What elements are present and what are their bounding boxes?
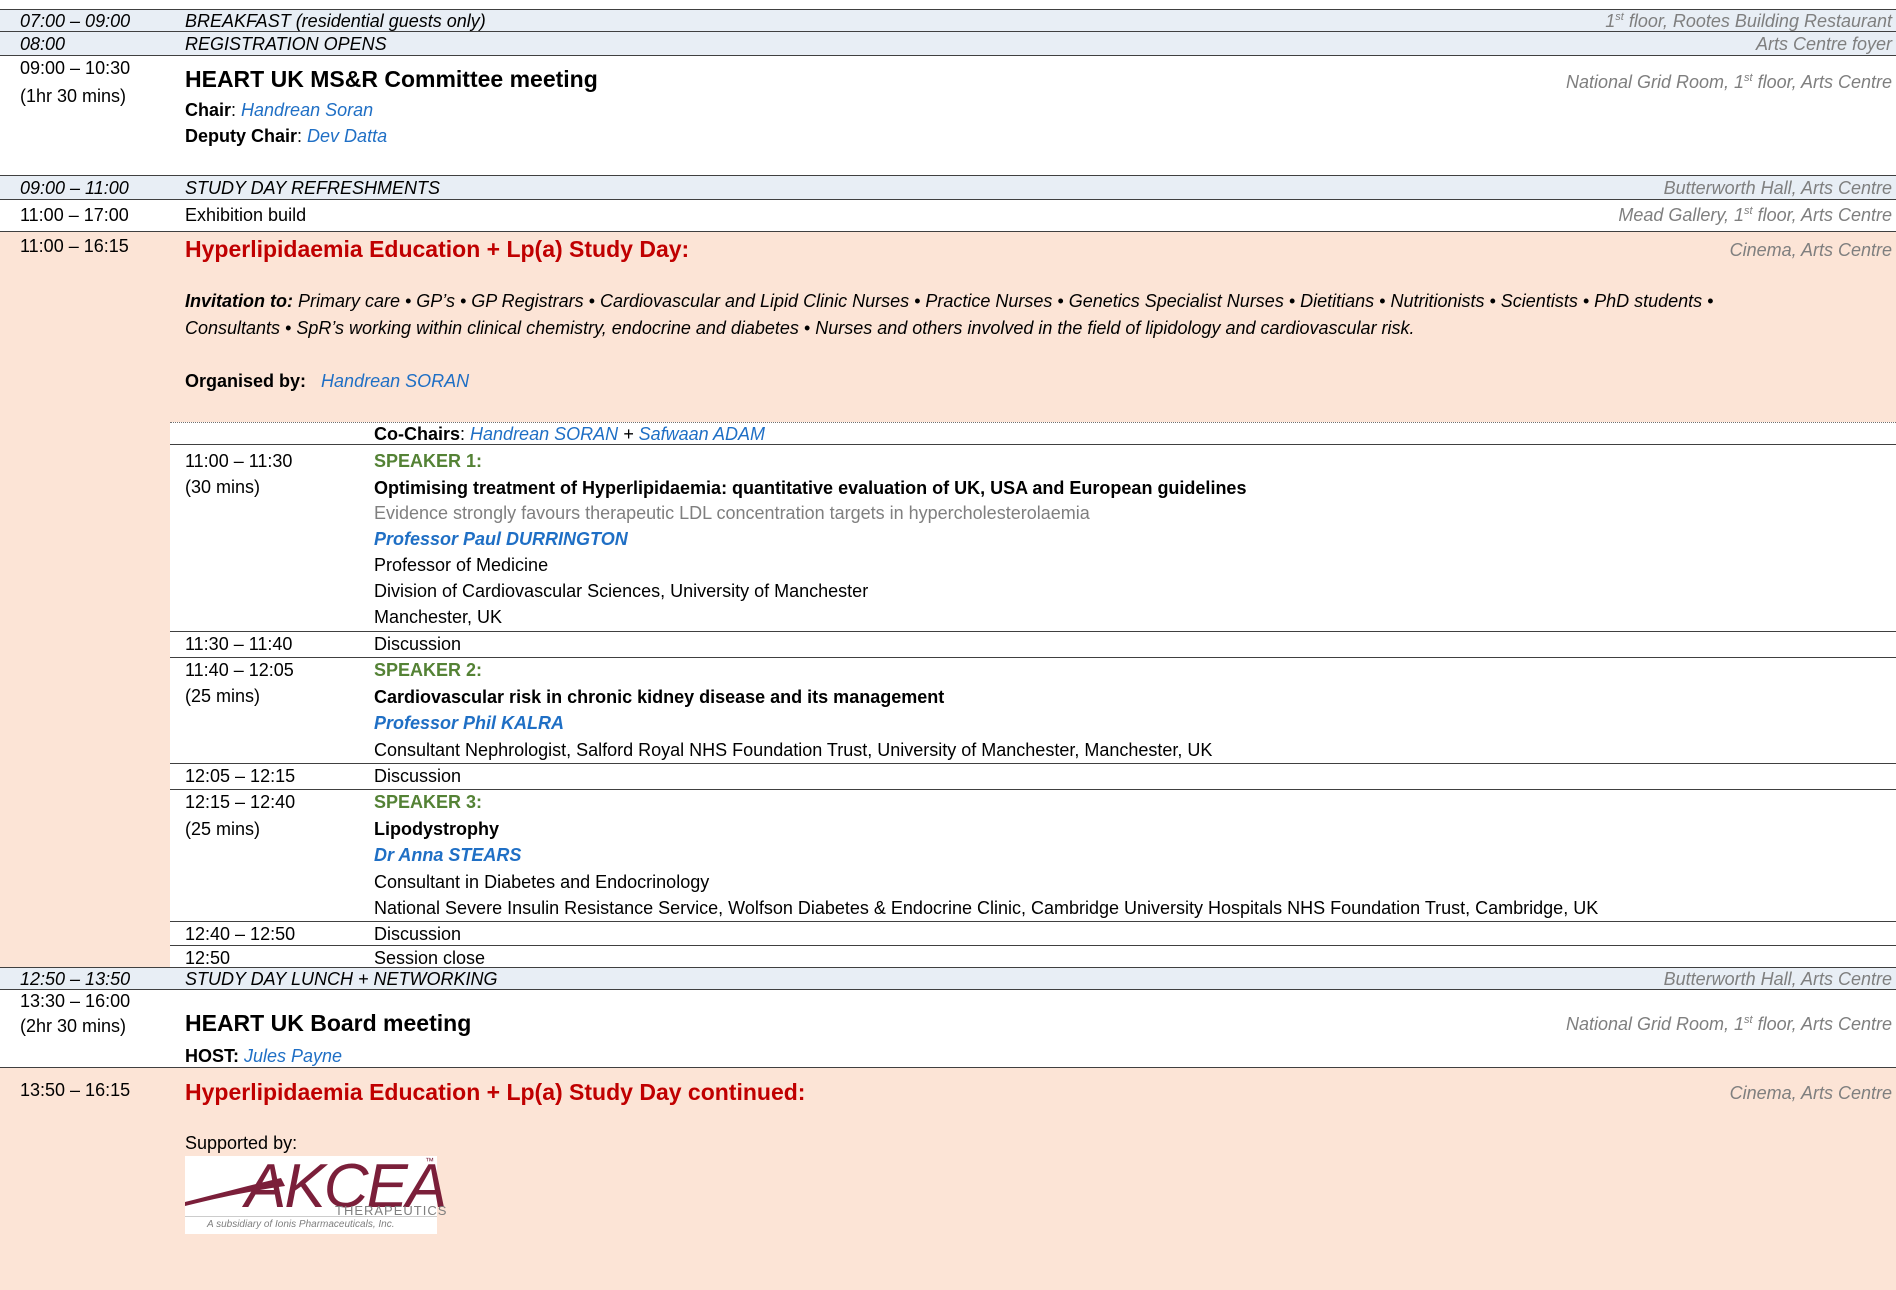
board-duration: (2hr 30 mins): [20, 1016, 127, 1036]
divider: [170, 921, 1896, 922]
talk-subtitle: Evidence strongly favours therapeutic LD…: [374, 503, 1090, 523]
slot-time: 11:40 – 12:05: [185, 660, 294, 680]
divider: [170, 763, 1896, 764]
sponsor-tagline: A subsidiary of Ionis Pharmaceuticals, I…: [207, 1219, 395, 1230]
msr-time: 09:00 – 10:30: [20, 58, 131, 78]
invitation-line-2: Consultants • SpR’s working within clini…: [185, 318, 1415, 338]
board-time: 13:30 – 16:00: [20, 991, 131, 1011]
exhibition-title: Exhibition build: [185, 205, 307, 225]
msr-chair: Chair: Handrean Soran: [185, 100, 374, 120]
board-host: HOST: Jules Payne: [185, 1046, 343, 1066]
studyday-time: 11:00 – 16:15: [20, 236, 129, 256]
agenda-page: 07:00 – 09:00 BREAKFAST (residential gue…: [0, 0, 1896, 1290]
speaker-affiliation: National Severe Insulin Resistance Servi…: [374, 898, 1599, 918]
registration-location: Arts Centre foyer: [1755, 34, 1892, 54]
slot-label: Discussion: [374, 924, 462, 944]
slot-time: 11:30 – 11:40: [185, 634, 293, 654]
slot-time: 12:15 – 12:40: [185, 792, 296, 812]
divider: [170, 945, 1896, 946]
breakfast-time: 07:00 – 09:00: [20, 11, 131, 31]
studyday-title: Hyperlipidaemia Education + Lp(a) Study …: [185, 236, 690, 262]
speaker-affiliation: Professor of Medicine: [374, 555, 549, 575]
organised-by: Organised by: Handrean SORAN: [185, 371, 470, 391]
msr-deputy-chair: Deputy Chair: Dev Datta: [185, 126, 388, 146]
speaker-affiliation: Consultant Nephrologist, Salford Royal N…: [374, 740, 1213, 760]
divider: [170, 657, 1896, 658]
lunch-location: Butterworth Hall, Arts Centre: [1663, 969, 1892, 989]
talk-title: Cardiovascular risk in chronic kidney di…: [374, 687, 945, 707]
slot-time: 12:50: [185, 948, 231, 968]
board-location: National Grid Room, 1st floor, Arts Cent…: [1565, 1014, 1892, 1034]
exhibition-time: 11:00 – 17:00: [20, 205, 129, 225]
speaker-affiliation: Division of Cardiovascular Sciences, Uni…: [374, 581, 869, 601]
refreshments-title: STUDY DAY REFRESHMENTS: [185, 178, 441, 198]
registration-title: REGISTRATION OPENS: [185, 34, 387, 54]
speaker-affiliation: Consultant in Diabetes and Endocrinology: [374, 872, 710, 892]
slot-label: Discussion: [374, 634, 462, 654]
breakfast-title: BREAKFAST (residential guests only): [185, 11, 486, 31]
lunch-time: 12:50 – 13:50: [20, 969, 131, 989]
talk-title: Lipodystrophy: [374, 819, 499, 839]
exhibition-location: Mead Gallery, 1st floor, Arts Centre: [1618, 205, 1892, 225]
sponsor-tm: ™: [425, 1156, 434, 1166]
speaker-label: SPEAKER 1:: [374, 451, 483, 471]
slot-time: 12:40 – 12:50: [185, 924, 296, 944]
speaker-name: Professor Paul DURRINGTON: [374, 529, 628, 549]
speaker-label: SPEAKER 3:: [374, 792, 483, 812]
refreshments-time: 09:00 – 11:00: [20, 178, 129, 198]
co-chairs: Co-Chairs: Handrean SORAN + Safwaan ADAM: [374, 424, 766, 444]
slot-duration: (25 mins): [185, 686, 261, 706]
sponsor-sub: THERAPEUTICS: [335, 1203, 448, 1218]
msr-title: HEART UK MS&R Committee meeting: [185, 66, 598, 92]
studyday-location: Cinema, Arts Centre: [1729, 240, 1892, 260]
talk-title: Optimising treatment of Hyperlipidaemia:…: [374, 478, 1247, 498]
slot-time: 12:05 – 12:15: [185, 766, 296, 786]
continued-time: 13:50 – 16:15: [20, 1080, 131, 1100]
msr-duration: (1hr 30 mins): [20, 86, 127, 106]
slot-label: Session close: [374, 948, 486, 968]
speaker-label: SPEAKER 2:: [374, 660, 483, 680]
refreshments-location: Butterworth Hall, Arts Centre: [1663, 178, 1892, 198]
speaker-affiliation: Manchester, UK: [374, 607, 503, 627]
continued-title: Hyperlipidaemia Education + Lp(a) Study …: [185, 1079, 806, 1105]
slot-duration: (30 mins): [185, 477, 261, 497]
slot-label: Discussion: [374, 766, 462, 786]
divider: [170, 631, 1896, 632]
slot-time: 11:00 – 11:30: [185, 451, 293, 471]
speaker-name: Professor Phil KALRA: [374, 713, 565, 733]
board-title: HEART UK Board meeting: [185, 1010, 472, 1036]
msr-location: National Grid Room, 1st floor, Arts Cent…: [1565, 72, 1892, 92]
lunch-title: STUDY DAY LUNCH + NETWORKING: [185, 969, 498, 989]
registration-time: 08:00: [20, 34, 66, 54]
divider: [170, 422, 1896, 423]
slot-duration: (25 mins): [185, 819, 261, 839]
akcea-logo: AKCEA ™ THERAPEUTICS A subsidiary of Ion…: [185, 1156, 447, 1234]
speaker-name: Dr Anna STEARS: [374, 845, 522, 865]
invitation-line-1: Invitation to: Primary care • GP’s • GP …: [185, 291, 1714, 311]
continued-location: Cinema, Arts Centre: [1729, 1083, 1892, 1103]
divider: [170, 789, 1896, 790]
breakfast-location: 1st floor, Rootes Building Restaurant: [1605, 11, 1892, 31]
supported-by: Supported by:: [185, 1133, 298, 1153]
